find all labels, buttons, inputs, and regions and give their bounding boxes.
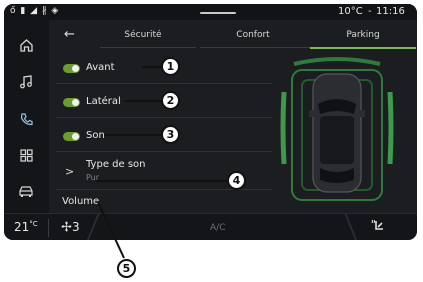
parking-sensor-view — [280, 57, 394, 201]
sidebar — [4, 20, 49, 213]
tab-parking[interactable]: Parking — [310, 30, 416, 40]
home-icon[interactable] — [12, 32, 40, 58]
callout-badge-3: 3 — [161, 125, 180, 144]
tab-confort[interactable]: Confort — [198, 30, 308, 40]
outside-temperature: 10°C — [338, 6, 363, 17]
infotainment-screen: ő ▮ ◢ ∦ ◈ 10°C - 11:16 ← Sécurité Confor… — [4, 4, 417, 240]
temperature-value: 21 — [14, 220, 30, 234]
callout-line-3 — [104, 134, 162, 136]
left-sensor-arc — [280, 91, 287, 165]
callout-badge-5: 5 — [117, 259, 136, 278]
music-icon[interactable] — [12, 68, 40, 94]
seat-heating-button[interactable] — [370, 219, 386, 237]
divider — [48, 219, 49, 237]
callout-badge-1: 1 — [161, 57, 180, 76]
status-bar: ő ▮ ◢ ∦ ◈ 10°C - 11:16 — [4, 4, 417, 20]
notification-handle[interactable] — [200, 12, 236, 14]
climate-bar: 21°C 3 A/C — [4, 213, 417, 240]
status-icons: ő ▮ ◢ ∦ ◈ — [10, 6, 60, 16]
tab-securite[interactable]: Sécurité — [108, 30, 178, 40]
callout-line-4 — [96, 180, 228, 182]
divider — [344, 214, 358, 240]
sound-type-label: Type de son — [86, 159, 146, 170]
tab-securite-underline — [100, 47, 196, 48]
son-toggle[interactable] — [63, 132, 80, 141]
front-sensor-arc — [293, 57, 381, 66]
car-icon[interactable] — [12, 178, 40, 204]
fan-icon — [61, 221, 72, 232]
callout-line-1 — [142, 66, 162, 68]
avant-toggle[interactable] — [63, 64, 80, 73]
climate-temperature[interactable]: 21°C — [14, 220, 38, 234]
callout-badge-2: 2 — [161, 91, 180, 110]
tab-bar: ← Sécurité Confort Parking — [52, 22, 417, 50]
tab-confort-underline — [200, 47, 310, 48]
right-sensor-arc — [387, 91, 394, 165]
phone-icon[interactable] — [12, 106, 40, 132]
avant-label: Avant — [86, 62, 115, 73]
tab-parking-underline — [310, 47, 416, 49]
car-top-view — [309, 73, 365, 193]
apps-icon[interactable] — [12, 142, 40, 168]
temperature-unit: °C — [29, 220, 38, 228]
ac-button[interactable]: A/C — [210, 223, 225, 233]
chevron-right-icon: > — [65, 165, 75, 178]
callout-badge-4: 4 — [227, 171, 246, 190]
son-label: Son — [86, 130, 105, 141]
clock: 11:16 — [376, 6, 405, 17]
lateral-label: Latéral — [86, 96, 121, 107]
status-separator: - — [368, 6, 372, 17]
callout-line-5 — [97, 201, 125, 259]
back-button[interactable]: ← — [64, 27, 75, 42]
seat-heat-icon — [371, 219, 383, 230]
fan-control[interactable]: 3 — [61, 220, 80, 234]
fan-level: 3 — [72, 220, 80, 234]
callout-line-2 — [124, 100, 162, 102]
lateral-toggle[interactable] — [63, 98, 80, 107]
